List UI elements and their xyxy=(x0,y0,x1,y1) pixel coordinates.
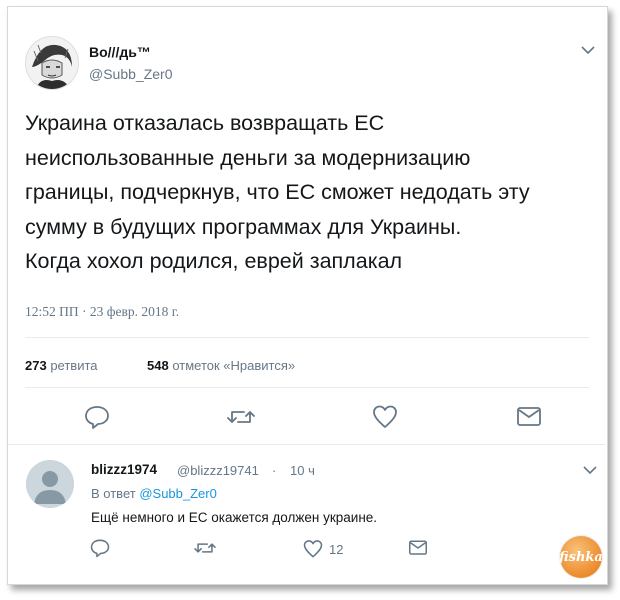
reply-icon[interactable] xyxy=(84,404,110,430)
watermark-text: fishka xyxy=(559,549,603,565)
reply-text: Ещё немного и ЕС окажется должен украине… xyxy=(91,510,378,525)
author-avatar[interactable] xyxy=(25,36,79,90)
reply-like-count: 12 xyxy=(329,542,344,557)
tweet-text-line: Когда хохол родился, еврей заплакал xyxy=(25,249,403,273)
divider xyxy=(25,387,589,388)
tweet-text: Украина отказалась возвращать ЕС неиспол… xyxy=(25,106,595,279)
divider xyxy=(8,444,605,445)
reply-author-avatar[interactable] xyxy=(26,460,74,508)
author-handle[interactable]: @Subb_Zer0 xyxy=(89,66,172,82)
reply-to-line: В ответ @Subb_Zer0 xyxy=(91,486,217,501)
retweets-stat[interactable]: 273 ретвита xyxy=(25,358,98,373)
tweet-text-line: неиспользованные деньги за модернизацию xyxy=(25,145,471,170)
retweet-icon[interactable] xyxy=(226,404,256,430)
reply-time[interactable]: 10 ч xyxy=(290,463,315,478)
tweet-text-line: границы, подчеркнув, что ЕС сможет недод… xyxy=(25,180,530,204)
retweet-icon[interactable] xyxy=(193,538,217,558)
likes-label: отметок «Нравится» xyxy=(172,358,296,373)
portrait-image xyxy=(26,37,78,89)
likes-stat[interactable]: 548 отметок «Нравится» xyxy=(147,358,295,373)
watermark-logo: fishka xyxy=(559,536,603,578)
envelope-icon[interactable] xyxy=(516,405,542,431)
tweet-text-line: сумму в будущих программах для Украины. xyxy=(25,214,462,239)
heart-icon[interactable] xyxy=(372,404,398,430)
separator-dot: · xyxy=(272,463,277,478)
reply-to-prefix: В ответ xyxy=(91,486,136,501)
divider xyxy=(25,337,589,338)
envelope-icon[interactable] xyxy=(408,539,428,557)
retweets-label: ретвита xyxy=(50,358,98,373)
tweet-text-line: Украина отказалась возвращать ЕС xyxy=(25,111,385,135)
retweets-count: 273 xyxy=(25,358,47,373)
heart-icon[interactable] xyxy=(303,539,323,559)
author-name[interactable]: Во///дь™ xyxy=(89,44,151,60)
default-avatar-icon xyxy=(26,460,74,508)
tweet-timestamp[interactable]: 12:52 ПП · 23 февр. 2018 г. xyxy=(25,304,179,320)
chevron-down-icon[interactable] xyxy=(580,40,596,61)
likes-count: 548 xyxy=(147,358,169,373)
reply-author-name[interactable]: blizzz1974 xyxy=(91,462,157,477)
reply-to-handle-link[interactable]: @Subb_Zer0 xyxy=(139,486,217,501)
reply-icon[interactable] xyxy=(90,538,110,558)
chevron-down-icon[interactable] xyxy=(582,460,598,481)
reply-author-handle[interactable]: @blizzz19741 xyxy=(177,463,259,478)
